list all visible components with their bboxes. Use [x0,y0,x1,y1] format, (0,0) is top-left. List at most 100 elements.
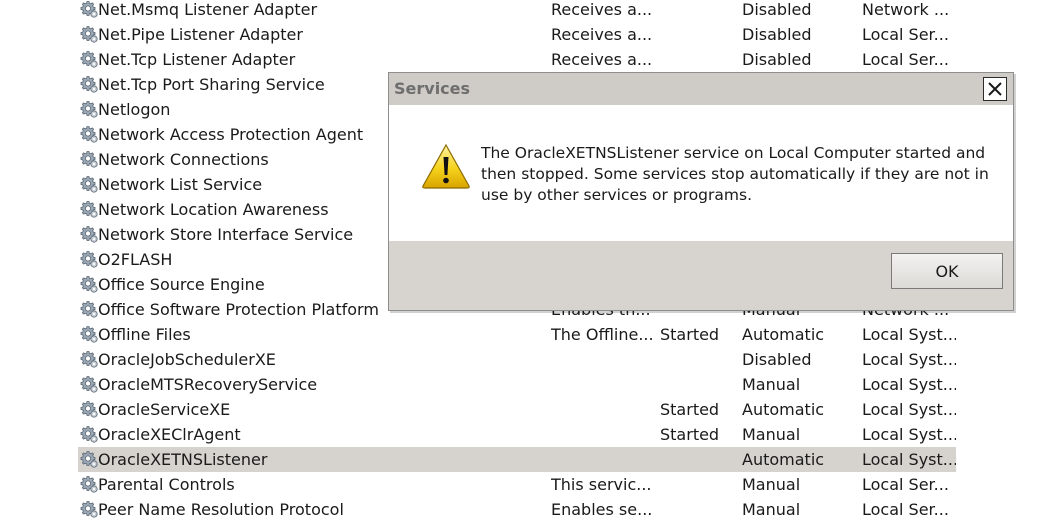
service-logon-as: Local Ser... [862,25,949,44]
service-startup-type: Manual [742,500,801,519]
service-row[interactable]: Parental Controls This servic... Manual Loc… [78,472,956,497]
gear-icon [80,476,98,493]
gear-icon [80,326,98,343]
service-name: Net.Tcp Listener Adapter [98,50,296,69]
service-icon-cell [80,122,98,147]
service-description [551,447,656,472]
service-icon-cell [80,447,98,472]
service-startup-type: Automatic [742,450,825,469]
dialog-title: Services [394,79,471,98]
service-row[interactable]: OracleXEClrAgent Started Manual Local Syst.… [78,422,956,447]
service-startup-type: Disabled [742,25,812,44]
gear-icon [80,176,98,193]
service-description [551,372,656,397]
service-row[interactable]: Net.Tcp Listener Adapter Receives a... Dis… [78,47,956,72]
service-startup-type: Automatic [742,400,825,419]
service-icon-cell [80,97,98,122]
services-dialog: Services The OracleXETNSListener service… [388,72,1014,311]
gear-icon [80,101,98,118]
service-description: Enables se... [551,500,653,519]
service-startup-type: Manual [742,425,801,444]
service-status: Started [660,400,720,419]
service-name: OracleJobSchedulerXE [98,350,276,369]
service-description [551,347,656,372]
service-name: Net.Msmq Listener Adapter [98,0,318,19]
service-status [660,372,740,397]
gear-icon [80,401,98,418]
service-description: Receives a... [551,50,653,69]
service-startup-type: Disabled [742,50,812,69]
gear-icon [80,76,98,93]
service-icon-cell [80,347,98,372]
gear-icon [80,226,98,243]
service-logon-as: Local Ser... [862,50,949,69]
service-row[interactable]: Net.Msmq Listener Adapter Receives a... Di… [78,0,956,22]
service-description [551,422,656,447]
service-row[interactable]: Offline Files The Offline... Started Automa… [78,322,956,347]
dialog-body: The OracleXETNSListener service on Local… [389,105,1013,241]
service-status: Started [660,325,720,344]
gear-icon [80,426,98,443]
close-button[interactable] [983,77,1007,101]
gear-icon [80,301,98,318]
gear-icon [80,201,98,218]
service-row[interactable]: Peer Name Resolution Protocol Enables se.… [78,497,956,522]
service-status [660,447,740,472]
service-icon-cell [80,472,98,497]
service-startup-type: Manual [742,375,801,394]
dialog-titlebar[interactable]: Services [389,73,1013,105]
service-logon-as: Local Ser... [862,500,949,519]
service-name: OracleServiceXE [98,400,231,419]
service-logon-as: Local Syst... [862,425,956,444]
service-status [660,497,740,522]
ok-button[interactable]: OK [891,253,1003,289]
service-startup-type: Manual [742,475,801,494]
service-icon-cell [80,47,98,72]
service-icon-cell [80,322,98,347]
service-icon-cell [80,422,98,447]
service-name: Offline Files [98,325,191,344]
service-logon-as: Network ... [862,0,950,19]
service-icon-cell [80,297,98,322]
service-name: OracleMTSRecoveryService [98,375,318,394]
service-row[interactable]: OracleXETNSListener Automatic Local Syst..… [78,447,956,472]
service-status [660,0,740,22]
service-status [660,22,740,47]
gear-icon [80,351,98,368]
service-icon-cell [80,22,98,47]
service-icon-cell [80,172,98,197]
gear-icon [80,126,98,143]
service-startup-type: Disabled [742,350,812,369]
service-name: Peer Name Resolution Protocol [98,500,344,519]
service-status [660,47,740,72]
service-icon-cell [80,0,98,22]
close-icon [988,82,1002,96]
service-icon-cell [80,247,98,272]
gear-icon [80,251,98,268]
gear-icon [80,501,98,518]
service-startup-type: Disabled [742,0,812,19]
gear-icon [80,376,98,393]
service-name: OracleXEClrAgent [98,425,241,444]
service-name: Net.Pipe Listener Adapter [98,25,303,44]
service-row[interactable]: OracleServiceXE Started Automatic Local Sys… [78,397,956,422]
service-logon-as: Local Ser... [862,475,949,494]
service-icon-cell [80,222,98,247]
service-icon-cell [80,372,98,397]
gear-icon [80,1,98,18]
service-description [551,397,656,422]
service-logon-as: Local Syst... [862,325,956,344]
service-description: This servic... [551,475,652,494]
service-logon-as: Local Syst... [862,400,956,419]
service-description: The Offline... [551,325,654,344]
service-name: OracleXETNSListener [98,450,268,469]
service-row[interactable]: OracleMTSRecoveryService Manual Local Syst… [78,372,956,397]
service-icon-cell [80,72,98,97]
gear-icon [80,26,98,43]
service-icon-cell [80,397,98,422]
service-status [660,347,740,372]
service-row[interactable]: Net.Pipe Listener Adapter Receives a... Di… [78,22,956,47]
service-status [660,472,740,497]
service-row[interactable]: OracleJobSchedulerXE Disabled Local Syst..… [78,347,956,372]
warning-icon [422,143,470,189]
